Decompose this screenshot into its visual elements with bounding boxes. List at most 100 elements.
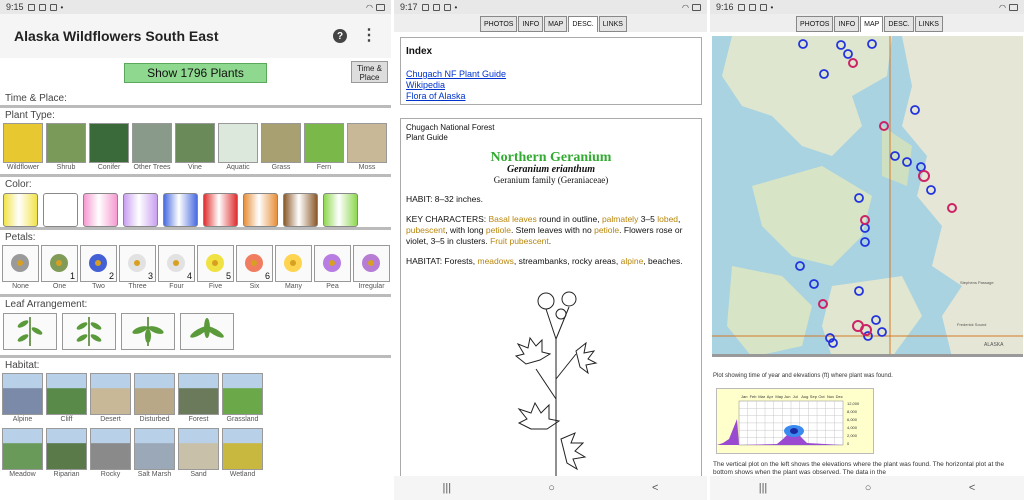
- system-nav-bar: ||| ○ <: [710, 476, 1024, 500]
- tab-info[interactable]: INFO: [518, 16, 544, 32]
- plant-type-other-trees[interactable]: Other Trees: [132, 123, 172, 173]
- petal-count: 5: [225, 271, 231, 281]
- habitat-forest[interactable]: Forest: [178, 373, 219, 426]
- tab-map[interactable]: MAP: [544, 16, 568, 32]
- elevation-label: 4,000: [847, 425, 858, 430]
- phenology-graph: Jan Feb Mar Apr May Jun Jul Aug Sep Oct Nov Dec 12,…: [716, 388, 874, 454]
- tab-photos[interactable]: PHOTOS: [796, 16, 834, 32]
- overflow-menu-icon[interactable]: ⋮: [361, 28, 377, 44]
- many-petal-icon: [275, 245, 312, 282]
- petals-row: None 1 One 2 Two 3 Three 4 Four 5 Five 6 Six Many Pea I…: [0, 243, 391, 293]
- link-chugach[interactable]: Chugach NF Plant Guide: [406, 69, 701, 80]
- grassland-photo: [222, 373, 263, 415]
- home-button[interactable]: ○: [865, 482, 872, 494]
- show-plants-button[interactable]: Show 1796 Plants: [124, 63, 267, 83]
- forest-photo: [178, 373, 219, 415]
- section-habitat: Habitat:: [5, 360, 40, 371]
- color-swatch[interactable]: [123, 193, 158, 227]
- habitat-salt-marsh[interactable]: Salt Marsh: [134, 428, 175, 481]
- leaf-alternate-option[interactable]: [3, 313, 57, 350]
- color-swatch[interactable]: [163, 193, 198, 227]
- color-swatch[interactable]: [83, 193, 118, 227]
- habitat-label: Meadow: [9, 471, 36, 478]
- home-button[interactable]: ○: [548, 482, 555, 494]
- plant-type-conifer[interactable]: Conifer: [89, 123, 129, 173]
- section-plant-type: Plant Type:: [5, 110, 55, 121]
- color-swatch[interactable]: [203, 193, 238, 227]
- habitat-sand[interactable]: Sand: [178, 428, 219, 481]
- plant-type-fern[interactable]: Fern: [304, 123, 344, 173]
- elevation-label: 12,000: [847, 401, 860, 406]
- link-wikipedia[interactable]: Wikipedia: [406, 80, 701, 91]
- recents-button[interactable]: |||: [759, 482, 768, 494]
- tab-map[interactable]: MAP: [860, 16, 884, 32]
- month-label: May: [775, 394, 783, 399]
- tab-desc-[interactable]: DESC.: [884, 16, 914, 32]
- habitat-cliff[interactable]: Cliff: [46, 373, 87, 426]
- petal-label: Five: [208, 283, 223, 290]
- none-petal-icon: [2, 245, 39, 282]
- notification-icon: [432, 3, 440, 11]
- sand-photo: [178, 428, 219, 470]
- tab-links[interactable]: LINKS: [598, 16, 627, 32]
- petals-five[interactable]: 5 Five: [197, 245, 234, 293]
- three-petal-icon: 3: [119, 245, 156, 282]
- petals-three[interactable]: 3 Three: [119, 245, 156, 293]
- habitat-meadow[interactable]: Meadow: [2, 428, 43, 481]
- back-button[interactable]: <: [652, 482, 658, 494]
- habitat-wetland[interactable]: Wetland: [222, 428, 263, 481]
- back-button[interactable]: <: [969, 482, 975, 494]
- habitat-riparian[interactable]: Riparian: [46, 428, 87, 481]
- desert-photo: [90, 373, 131, 415]
- plant-type-moss[interactable]: Moss: [347, 123, 387, 173]
- color-swatch[interactable]: [323, 193, 358, 227]
- divider: [0, 174, 391, 177]
- tab-info[interactable]: INFO: [834, 16, 860, 32]
- color-swatch[interactable]: [283, 193, 318, 227]
- color-swatch[interactable]: [3, 193, 38, 227]
- color-swatch[interactable]: [243, 193, 278, 227]
- petals-four[interactable]: 4 Four: [158, 245, 195, 293]
- petals-irregular[interactable]: Irregular: [353, 245, 390, 293]
- divider: [0, 355, 391, 358]
- leaf-opposite-option[interactable]: [62, 313, 116, 350]
- help-icon[interactable]: ?: [333, 29, 347, 43]
- leaf-whorled-option[interactable]: [121, 313, 175, 350]
- petal-label: Six: [249, 283, 260, 290]
- five-petal-icon: 5: [197, 245, 234, 282]
- dot-icon: •: [770, 2, 774, 12]
- petals-two[interactable]: 2 Two: [80, 245, 117, 293]
- aquatic-thumbnail: [218, 123, 258, 163]
- plant-type-label: Shrub: [56, 164, 76, 171]
- tab-links[interactable]: LINKS: [914, 16, 943, 32]
- tab-desc-[interactable]: DESC.: [568, 16, 598, 32]
- petals-six[interactable]: 6 Six: [236, 245, 273, 293]
- habitat-disturbed[interactable]: Disturbed: [134, 373, 175, 426]
- recents-button[interactable]: |||: [443, 482, 452, 494]
- plant-type-vine[interactable]: Vine: [175, 123, 215, 173]
- highlighted-term: alpine: [620, 256, 644, 266]
- month-label: Sep: [810, 394, 818, 399]
- observation-map[interactable]: ALASKA Stephens Passage Frederick Sound: [712, 36, 1023, 357]
- habitat-rocky[interactable]: Rocky: [90, 428, 131, 481]
- leaf-basal-option[interactable]: [180, 313, 234, 350]
- link-flora-alaska[interactable]: Flora of Alaska: [406, 91, 701, 102]
- petals-many[interactable]: Many: [275, 245, 312, 293]
- petals-none[interactable]: None: [2, 245, 39, 293]
- plant-type-aquatic[interactable]: Aquatic: [218, 123, 258, 173]
- plant-type-grass[interactable]: Grass: [261, 123, 301, 173]
- habitat-grassland[interactable]: Grassland: [222, 373, 263, 426]
- color-swatch[interactable]: [43, 193, 78, 227]
- time-place-button[interactable]: Time & Place: [351, 61, 388, 83]
- habitat-alpine[interactable]: Alpine: [2, 373, 43, 426]
- map-label: Frederick Sound: [957, 322, 986, 327]
- habitat-text: HABITAT: Forests, meadows, streambanks, …: [406, 256, 696, 267]
- petals-one[interactable]: 1 One: [41, 245, 78, 293]
- petals-pea[interactable]: Pea: [314, 245, 351, 293]
- plant-type-shrub[interactable]: Shrub: [46, 123, 86, 173]
- plant-type-wildflower[interactable]: Wildflower: [3, 123, 43, 173]
- petal-count: 4: [186, 271, 192, 281]
- habitat-desert[interactable]: Desert: [90, 373, 131, 426]
- pea-petal-icon: [314, 245, 351, 282]
- tab-photos[interactable]: PHOTOS: [480, 16, 518, 32]
